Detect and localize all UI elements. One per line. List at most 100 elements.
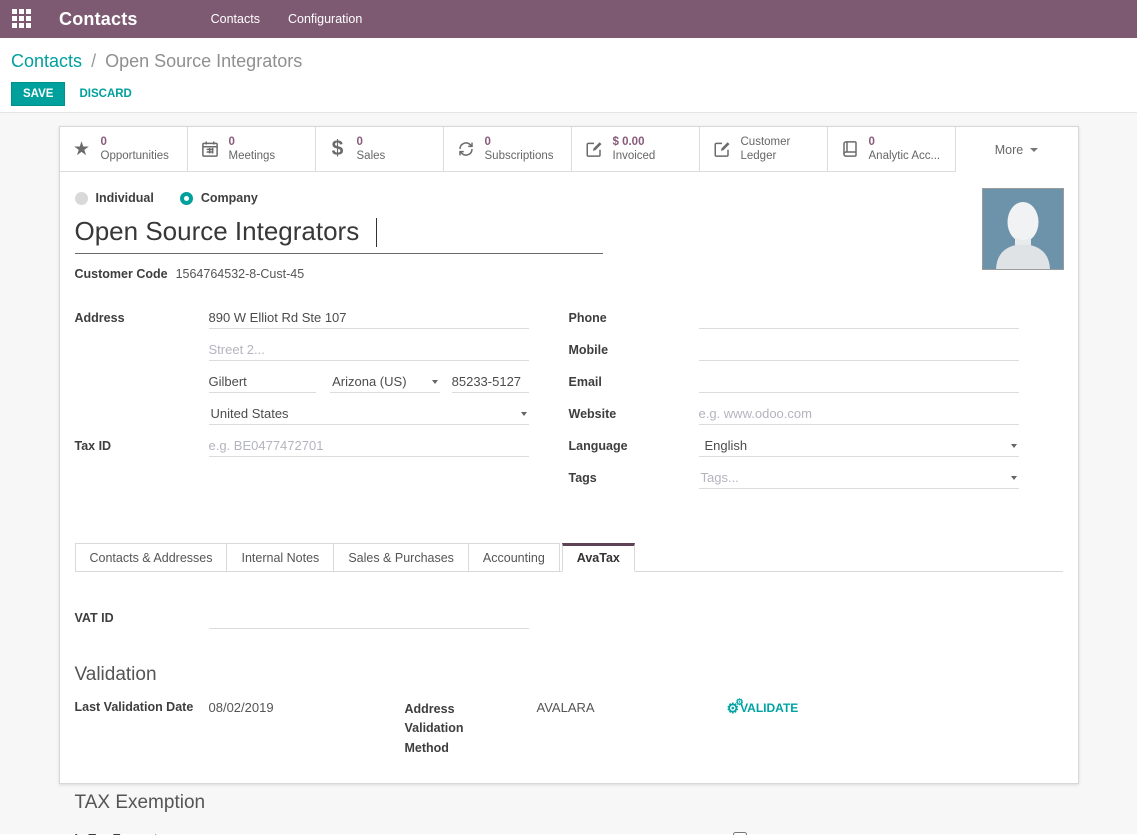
language-select[interactable]: English: [699, 436, 1019, 457]
book-icon: [840, 140, 860, 158]
radio-label: Company: [201, 191, 258, 205]
mobile-label: Mobile: [569, 340, 699, 362]
phone-label: Phone: [569, 308, 699, 330]
breadcrumb-current: Open Source Integrators: [105, 51, 302, 71]
stat-button-invoiced[interactable]: $ 0.00 Invoiced: [572, 127, 700, 172]
stat-button-box: ★ 0 Opportunities 0 Meetings $ 0: [60, 127, 1078, 172]
breadcrumb-separator: /: [91, 51, 96, 71]
radio-icon: [75, 192, 88, 205]
chevron-down-icon: [1011, 444, 1017, 448]
street-input[interactable]: [209, 308, 529, 329]
radio-individual[interactable]: Individual: [75, 191, 154, 205]
text-cursor: [376, 218, 378, 247]
name-field-wrapper: Open Source Integrators: [75, 216, 603, 254]
last-validation-date-label: Last Validation Date: [75, 700, 209, 714]
phone-input[interactable]: [699, 308, 1019, 329]
stat-label: Customer Ledger: [741, 135, 827, 164]
country-value: United States: [211, 406, 521, 421]
breadcrumb-parent[interactable]: Contacts: [11, 51, 82, 71]
validate-button[interactable]: ⚙⚙ VALIDATE: [727, 701, 799, 715]
breadcrumb: Contacts / Open Source Integrators: [11, 51, 1126, 72]
more-dropdown-button[interactable]: More: [956, 127, 1078, 172]
chevron-down-icon: [1011, 476, 1017, 480]
stat-label: Analytic Acc...: [869, 149, 941, 163]
tab-accounting[interactable]: Accounting: [469, 543, 560, 572]
state-select[interactable]: Arizona (US): [330, 372, 440, 393]
discard-button[interactable]: DISCARD: [79, 88, 131, 100]
app-title: Contacts: [59, 9, 138, 30]
tags-select[interactable]: Tags...: [699, 468, 1019, 489]
refresh-icon: [456, 140, 476, 158]
stat-label: Opportunities: [101, 149, 169, 163]
stat-button-customer-ledger[interactable]: Customer Ledger: [700, 127, 828, 172]
company-avatar[interactable]: [982, 188, 1064, 270]
stat-button-sales[interactable]: $ 0 Sales: [316, 127, 444, 172]
customer-code-label: Customer Code: [75, 267, 168, 281]
stat-button-subscriptions[interactable]: 0 Subscriptions: [444, 127, 572, 172]
country-select[interactable]: United States: [209, 404, 529, 425]
stat-label: Sales: [357, 149, 386, 163]
edit-square-icon: [712, 140, 732, 158]
stat-label: Subscriptions: [485, 149, 554, 163]
chevron-down-icon: [432, 380, 438, 384]
stat-button-analytic-accounts[interactable]: 0 Analytic Acc...: [828, 127, 956, 172]
company-name-input[interactable]: Open Source Integrators: [75, 216, 603, 247]
validation-row: Last Validation Date 08/02/2019 Address …: [75, 700, 1063, 758]
street2-input[interactable]: [209, 340, 529, 361]
mobile-input[interactable]: [699, 340, 1019, 361]
apps-grid-icon[interactable]: [12, 9, 32, 29]
email-input[interactable]: [699, 372, 1019, 393]
last-validation-date-value: 08/02/2019: [209, 700, 405, 715]
stat-button-opportunities[interactable]: ★ 0 Opportunities: [60, 127, 188, 172]
menu-configuration[interactable]: Configuration: [288, 12, 362, 26]
cogs-icon: ⚙⚙: [727, 701, 740, 715]
stat-button-meetings[interactable]: 0 Meetings: [188, 127, 316, 172]
top-navbar: Contacts Contacts Configuration: [0, 0, 1137, 38]
star-icon: ★: [72, 138, 92, 161]
save-button[interactable]: SAVE: [11, 82, 65, 106]
tags-placeholder: Tags...: [701, 470, 1011, 485]
tax-exemption-section-title: TAX Exemption: [75, 792, 1063, 814]
website-input[interactable]: [699, 404, 1019, 425]
more-label: More: [995, 143, 1023, 157]
form-sheet: ★ 0 Opportunities 0 Meetings $ 0: [59, 126, 1079, 784]
tab-contacts-addresses[interactable]: Contacts & Addresses: [75, 543, 228, 572]
tab-internal-notes[interactable]: Internal Notes: [227, 543, 334, 572]
vat-id-input[interactable]: [209, 608, 529, 629]
calendar-icon: [200, 140, 220, 158]
avatax-tab-content: VAT ID Validation Last Validation Date 0…: [75, 572, 1063, 835]
stat-value: 0: [229, 135, 276, 149]
stat-value: 0: [485, 135, 554, 149]
tab-avatax[interactable]: AvaTax: [562, 543, 635, 572]
app-menu: Contacts Configuration: [211, 12, 363, 26]
radio-label: Individual: [96, 191, 154, 205]
radio-company[interactable]: Company: [180, 191, 258, 205]
left-field-column: Address: [75, 308, 569, 500]
zip-input[interactable]: [452, 372, 529, 393]
city-input[interactable]: [209, 372, 317, 393]
language-value: English: [701, 438, 1011, 453]
control-panel: Contacts / Open Source Integrators SAVE …: [0, 38, 1137, 113]
address-validation-method-value: AVALARA: [537, 700, 727, 715]
stat-value: 0: [357, 135, 386, 149]
company-type-radio-group: Individual Company: [75, 191, 1063, 205]
menu-contacts[interactable]: Contacts: [211, 12, 260, 26]
vat-id-label: VAT ID: [75, 608, 209, 630]
chevron-down-icon: [1030, 148, 1038, 152]
edit-square-icon: [584, 140, 604, 158]
chevron-down-icon: [521, 412, 527, 416]
tax-id-input[interactable]: [209, 436, 529, 457]
stat-value: $ 0.00: [613, 135, 656, 149]
stat-value: 0: [101, 135, 169, 149]
tags-label: Tags: [569, 468, 699, 490]
dollar-icon: $: [328, 137, 348, 161]
state-value: Arizona (US): [332, 374, 432, 389]
radio-icon: [180, 192, 193, 205]
form-view: ★ 0 Opportunities 0 Meetings $ 0: [0, 113, 1137, 834]
stat-value: 0: [869, 135, 941, 149]
email-label: Email: [569, 372, 699, 394]
tab-sales-purchases[interactable]: Sales & Purchases: [334, 543, 469, 572]
notebook-tabs: Contacts & Addresses Internal Notes Sale…: [75, 543, 1063, 572]
customer-code-value: 1564764532-8-Cust-45: [176, 267, 305, 281]
stat-label: Invoiced: [613, 149, 656, 163]
